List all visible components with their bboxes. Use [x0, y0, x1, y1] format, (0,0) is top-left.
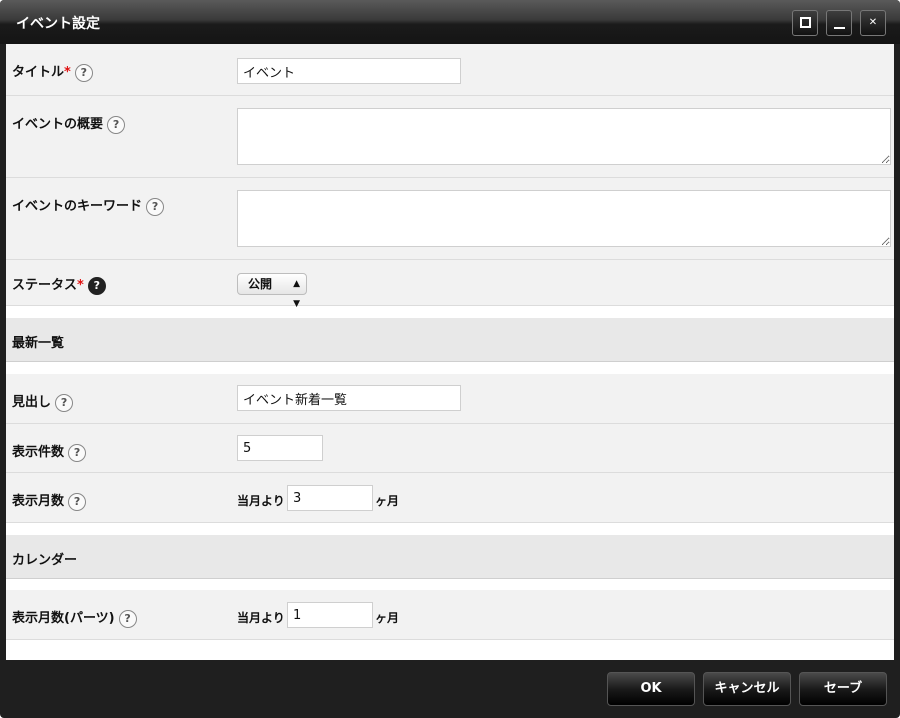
heading-label-text: 見出し: [12, 395, 52, 410]
summary-label-text: イベントの概要: [12, 117, 104, 132]
row-keyword: イベントのキーワード?: [6, 178, 894, 260]
required-mark: *: [77, 278, 84, 293]
help-icon[interactable]: ?: [68, 443, 87, 462]
row-status: ステータス*? 公開 ▲ ▼: [6, 260, 894, 309]
cancel-button[interactable]: キャンセル: [703, 672, 791, 706]
summary-textarea[interactable]: [237, 108, 891, 165]
row-heading: 見出し?: [6, 374, 894, 424]
required-mark: *: [64, 65, 71, 80]
title-input[interactable]: [237, 58, 461, 84]
minimize-icon: [833, 27, 845, 29]
status-select[interactable]: 公開 ▲ ▼: [237, 273, 307, 309]
section-latest-title: 最新一覧: [12, 336, 65, 351]
help-icon[interactable]: ?: [55, 393, 74, 412]
dialog-content: タイトル*? イベントの概要? イベントのキーワード? ステータス*? 公開: [6, 44, 894, 660]
heading-input[interactable]: [237, 385, 461, 411]
event-settings-dialog: イベント設定 ✕ タイトル*? イベントの概要? イベ: [0, 0, 900, 718]
status-select-value: 公開: [248, 277, 273, 291]
months-field-label: 表示月数?: [12, 490, 87, 511]
section-calendar-header: カレンダー: [6, 535, 894, 579]
section-latest-header: 最新一覧: [6, 318, 894, 362]
count-field-label: 表示件数?: [12, 441, 87, 462]
title-bar: イベント設定 ✕: [0, 0, 900, 44]
months-input[interactable]: [287, 485, 373, 511]
months-suffix: ヶ月: [375, 494, 400, 508]
count-input[interactable]: [237, 435, 323, 461]
count-label-text: 表示件数: [12, 445, 65, 460]
help-icon[interactable]: ?: [146, 197, 165, 216]
row-summary: イベントの概要?: [6, 96, 894, 178]
help-icon[interactable]: ?: [74, 63, 93, 82]
help-icon[interactable]: ?: [87, 276, 106, 295]
help-icon[interactable]: ?: [118, 609, 137, 628]
title-label-text: タイトル: [12, 65, 65, 80]
parts-months-label-text: 表示月数(パーツ): [12, 611, 115, 626]
close-button[interactable]: ✕: [860, 10, 886, 36]
parts-months-field-label: 表示月数(パーツ)?: [12, 607, 137, 628]
keyword-label-text: イベントのキーワード: [12, 199, 143, 214]
status-label-text: ステータス: [12, 278, 78, 293]
maximize-button[interactable]: [792, 10, 818, 36]
keyword-field-label: イベントのキーワード?: [12, 195, 165, 216]
parts-months-suffix: ヶ月: [375, 611, 400, 625]
help-icon[interactable]: ?: [68, 492, 87, 511]
keyword-textarea[interactable]: [237, 190, 891, 247]
heading-field-label: 見出し?: [12, 391, 74, 412]
row-parts-months: 表示月数(パーツ)? 当月より ヶ月: [6, 590, 894, 640]
save-button[interactable]: セーブ: [799, 672, 887, 706]
months-prefix: 当月より: [237, 494, 285, 508]
maximize-icon: [799, 17, 811, 28]
parts-months-input[interactable]: [287, 602, 373, 628]
summary-field-label: イベントの概要?: [12, 113, 126, 134]
status-field-label: ステータス*?: [12, 274, 106, 295]
ok-button[interactable]: OK: [607, 672, 695, 706]
row-months: 表示月数? 当月より ヶ月: [6, 473, 894, 523]
updown-arrow-icon: ▲ ▼: [293, 279, 300, 309]
parts-months-prefix: 当月より: [237, 611, 285, 625]
close-icon: ✕: [868, 17, 878, 28]
row-title: タイトル*?: [6, 44, 894, 96]
minimize-button[interactable]: [826, 10, 852, 36]
title-field-label: タイトル*?: [12, 61, 93, 82]
months-label-text: 表示月数: [12, 494, 65, 509]
row-count: 表示件数?: [6, 424, 894, 473]
section-calendar-title: カレンダー: [12, 553, 78, 568]
dialog-title: イベント設定: [16, 16, 100, 32]
help-icon[interactable]: ?: [107, 115, 126, 134]
